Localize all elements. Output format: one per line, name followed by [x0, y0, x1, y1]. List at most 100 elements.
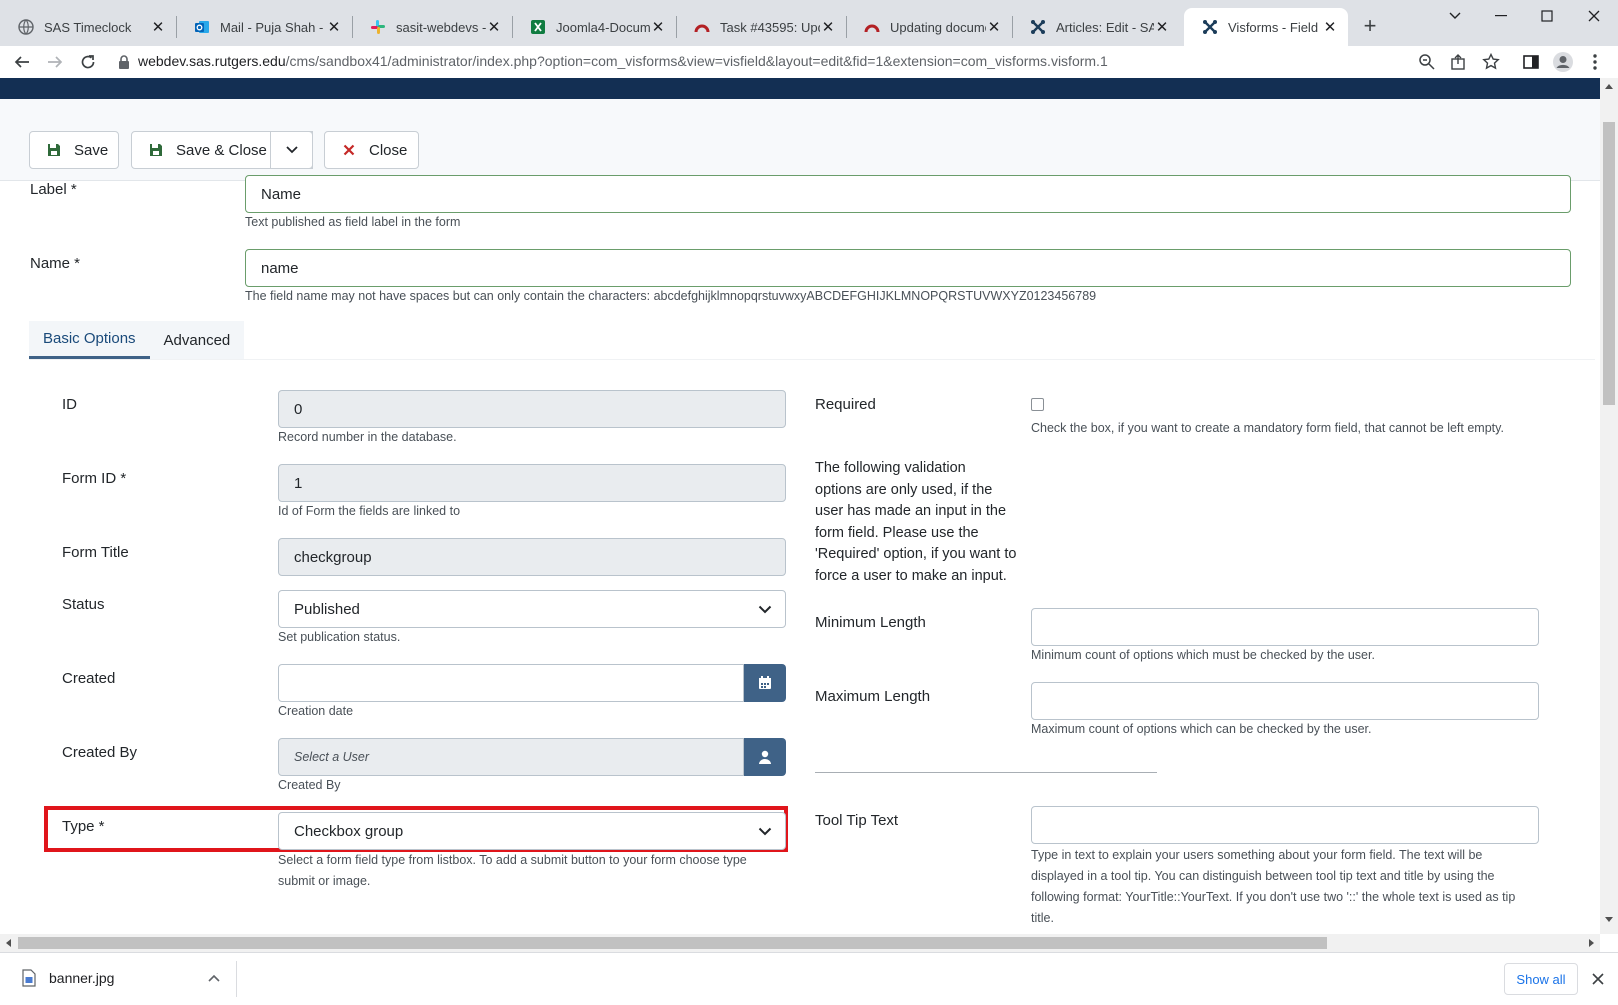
outlook-icon	[195, 21, 209, 33]
close-tab-icon[interactable]: ✕	[650, 19, 666, 36]
window-close-button[interactable]	[1570, 0, 1618, 32]
form-title-input: checkgroup	[278, 538, 786, 576]
vertical-scroll-thumb[interactable]	[1603, 122, 1615, 405]
close-tab-icon[interactable]: ✕	[326, 19, 342, 36]
bookmark-star-icon[interactable]	[1482, 53, 1500, 71]
validation-note-line: user has made an input in the	[815, 503, 1007, 520]
browser-tab-strip: SAS Timeclock ✕ Mail - Puja Shah - O ✕ s…	[0, 0, 1618, 46]
action-toolbar: Save Save & Close Close	[0, 99, 1600, 181]
required-help: Check the box, if you want to create a m…	[1031, 421, 1504, 435]
scroll-left-arrow-icon[interactable]	[6, 939, 11, 947]
show-all-button[interactable]: Show all	[1504, 963, 1578, 995]
browser-tab[interactable]: SAS Timeclock ✕	[0, 8, 176, 46]
tab-search-button[interactable]	[1432, 0, 1478, 32]
min-length-help: Minimum count of options which must be c…	[1031, 648, 1375, 662]
chevron-down-icon	[745, 813, 785, 849]
close-tab-icon[interactable]: ✕	[1154, 19, 1170, 36]
required-label: Required	[815, 396, 876, 413]
max-length-input[interactable]	[1031, 682, 1539, 720]
browser-tab[interactable]: Task #43595: Upda ✕	[676, 8, 846, 46]
created-date-input[interactable]	[278, 664, 744, 702]
share-icon[interactable]	[1450, 53, 1468, 71]
close-icon	[1588, 10, 1600, 22]
tab-title: Task #43595: Upda	[720, 19, 820, 35]
download-item[interactable]: banner.jpg	[0, 953, 236, 1005]
minimize-icon	[1495, 15, 1507, 17]
name-input[interactable]: name	[245, 249, 1571, 287]
type-select[interactable]: Checkbox group	[278, 812, 786, 850]
globe-icon	[18, 19, 34, 35]
forward-button[interactable]	[43, 50, 67, 74]
required-checkbox[interactable]	[1031, 398, 1044, 411]
min-length-input[interactable]	[1031, 608, 1539, 646]
created-by-input[interactable]: Select a User	[278, 738, 744, 776]
close-label: Close	[369, 141, 408, 159]
browser-tab[interactable]: sasit-webdevs - sas ✕	[352, 8, 512, 46]
validation-note-line: form field. Please use the	[815, 524, 979, 541]
type-label: Type *	[62, 818, 105, 835]
horizontal-scroll-thumb[interactable]	[18, 937, 1327, 949]
close-tab-icon[interactable]: ✕	[150, 19, 166, 36]
horizontal-scrollbar[interactable]	[0, 934, 1600, 952]
created-by-help: Created By	[278, 778, 341, 792]
browser-tab[interactable]: Mail - Puja Shah - O ✕	[176, 8, 352, 46]
close-tab-icon[interactable]: ✕	[986, 19, 1002, 36]
close-x-icon	[341, 142, 357, 158]
save-dropdown-toggle[interactable]	[270, 131, 313, 169]
tab-title: Mail - Puja Shah - O	[220, 19, 326, 35]
browser-tab-active[interactable]: Visforms - Field of I ✕	[1184, 8, 1348, 46]
close-tab-icon[interactable]: ✕	[486, 19, 502, 36]
select-user-button[interactable]	[744, 738, 786, 776]
min-length-label: Minimum Length	[815, 614, 926, 631]
lock-icon[interactable]	[118, 55, 130, 69]
side-panel-icon[interactable]	[1522, 53, 1540, 71]
browser-tab[interactable]: Articles: Edit - SAS I ✕	[1012, 8, 1180, 46]
created-label: Created	[62, 670, 116, 687]
browser-tab[interactable]: Updating documen ✕	[846, 8, 1012, 46]
save-label: Save	[74, 141, 109, 159]
scroll-right-arrow-icon[interactable]	[1589, 939, 1594, 947]
close-tab-icon[interactable]: ✕	[820, 19, 836, 36]
label-input[interactable]: Name	[245, 175, 1571, 213]
tab-basic-options[interactable]: Basic Options	[29, 321, 150, 359]
close-icon[interactable]	[1592, 973, 1604, 985]
id-input: 0	[278, 390, 786, 428]
user-icon	[759, 750, 771, 764]
max-length-label: Maximum Length	[815, 688, 931, 705]
max-length-help: Maximum count of options which can be ch…	[1031, 722, 1372, 736]
profile-avatar-icon[interactable]	[1552, 51, 1574, 73]
address-bar[interactable]: webdev.sas.rutgers.edu/cms/sandbox41/adm…	[138, 53, 1108, 69]
tab-advanced[interactable]: Advanced	[149, 321, 245, 359]
status-select[interactable]: Published	[278, 590, 786, 628]
joomla-icon	[1203, 20, 1217, 34]
kebab-menu-icon[interactable]	[1592, 53, 1598, 71]
calendar-button[interactable]	[744, 664, 786, 702]
save-button[interactable]: Save	[29, 131, 119, 169]
minimize-button[interactable]	[1478, 0, 1524, 32]
tooltip-input[interactable]	[1031, 806, 1539, 844]
tab-title: Visforms - Field of I	[1228, 19, 1322, 35]
close-button[interactable]: Close	[324, 131, 419, 169]
chevron-down-icon	[1449, 12, 1461, 19]
scroll-up-arrow-icon[interactable]	[1605, 84, 1613, 89]
url-host: webdev.sas.rutgers.edu	[138, 53, 286, 69]
browser-tab[interactable]: Joomla4-Document ✕	[512, 8, 676, 46]
validation-note-line: options are only used, if the	[815, 481, 993, 498]
close-tab-icon[interactable]: ✕	[1322, 19, 1338, 36]
scroll-down-arrow-icon[interactable]	[1605, 917, 1613, 922]
joomla-icon	[1031, 20, 1045, 34]
tooltip-help-line: displayed in a tool tip. You can disting…	[1031, 869, 1495, 883]
zoom-icon[interactable]	[1418, 53, 1436, 71]
chevron-up-icon[interactable]	[208, 974, 220, 982]
validation-note: The following validation options are onl…	[815, 458, 1016, 588]
type-value: Checkbox group	[294, 822, 404, 840]
reload-button[interactable]	[76, 50, 100, 74]
label-field-label: Label *	[30, 181, 77, 198]
vertical-scrollbar[interactable]	[1600, 78, 1618, 934]
status-value: Published	[294, 600, 360, 618]
back-button[interactable]	[10, 50, 34, 74]
status-help: Set publication status.	[278, 630, 401, 644]
maximize-button[interactable]	[1524, 0, 1570, 32]
new-tab-button[interactable]: +	[1358, 14, 1382, 38]
tab-title: Joomla4-Document	[556, 19, 650, 35]
